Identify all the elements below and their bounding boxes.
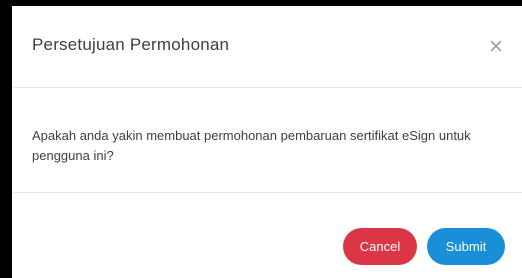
close-icon xyxy=(484,34,508,58)
close-button[interactable] xyxy=(484,34,508,58)
dialog-header: Persetujuan Permohonan xyxy=(12,6,522,88)
submit-button[interactable]: Submit xyxy=(427,228,505,265)
cancel-button[interactable]: Cancel xyxy=(343,228,417,265)
dialog-message: Apakah anda yakin membuat permohonan pem… xyxy=(32,128,471,163)
dialog-footer: Cancel Submit xyxy=(12,193,522,278)
confirmation-dialog: Persetujuan Permohonan Apakah anda yakin… xyxy=(12,6,522,278)
dialog-title: Persetujuan Permohonan xyxy=(32,35,230,54)
dialog-body: Apakah anda yakin membuat permohonan pem… xyxy=(12,88,522,193)
